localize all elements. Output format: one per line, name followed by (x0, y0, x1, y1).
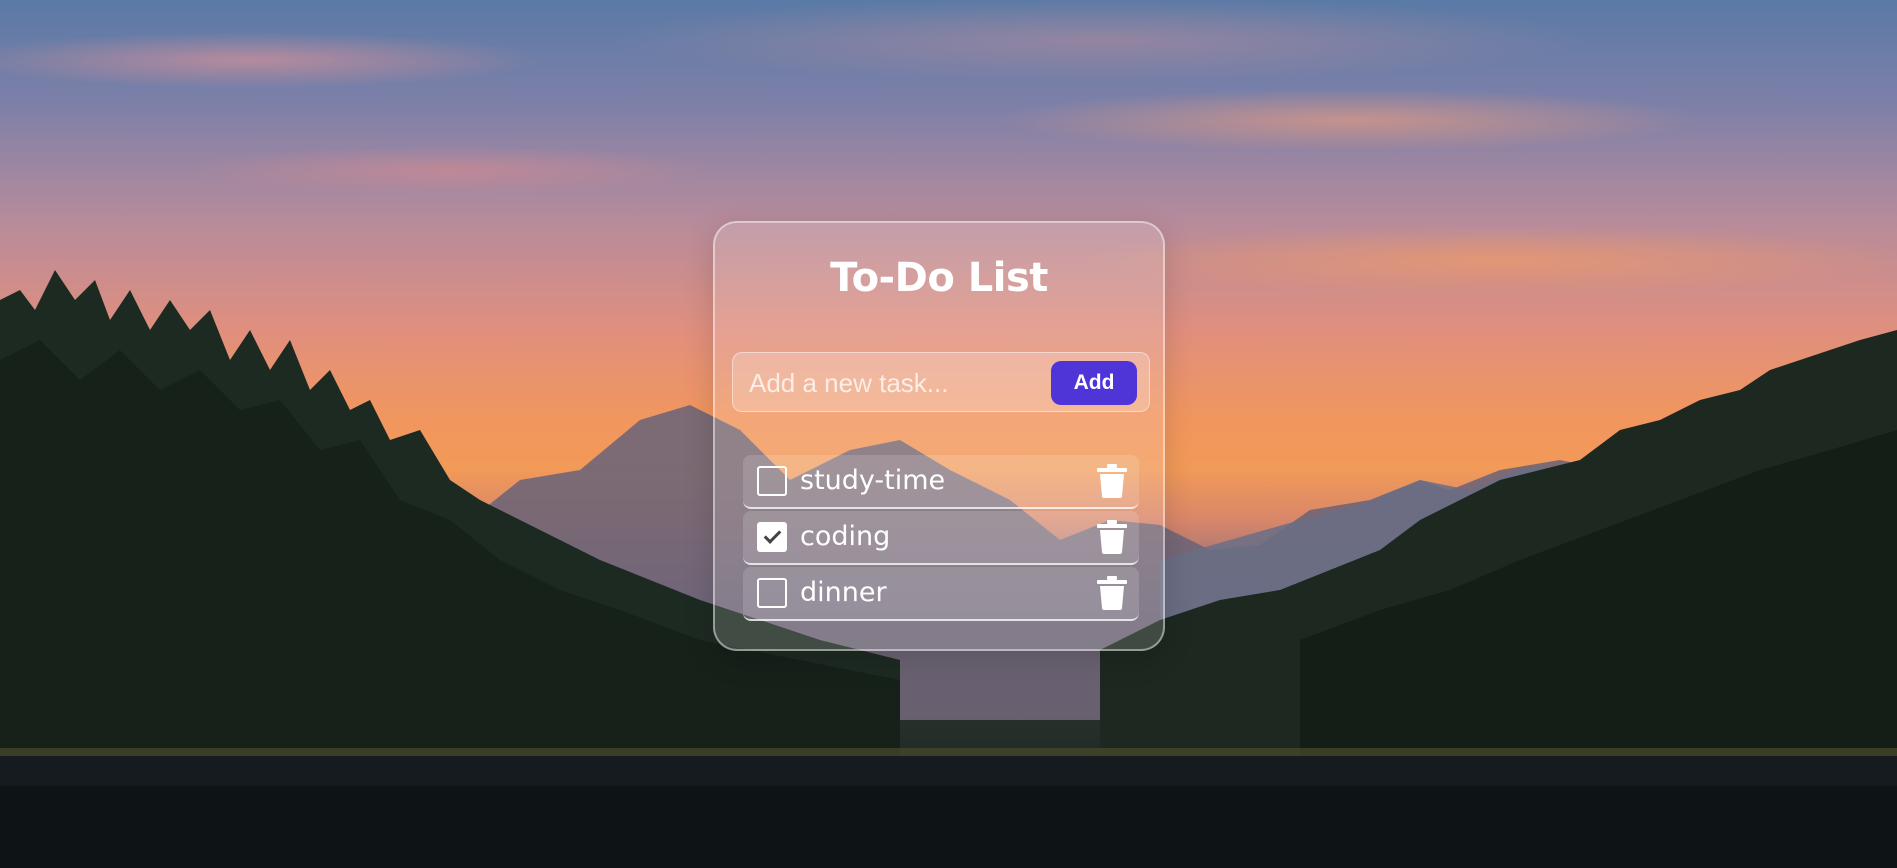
app-title: To-Do List (830, 255, 1048, 301)
new-task-input[interactable] (747, 361, 1041, 405)
task-list: study-time coding dinner (743, 455, 1139, 623)
new-task-form: Add (732, 352, 1150, 412)
task-item: study-time (743, 455, 1139, 509)
checkbox-icon[interactable] (757, 522, 787, 552)
task-item: dinner (743, 567, 1139, 621)
task-label: coding (800, 521, 891, 552)
desktop-background: To-Do List Add study-time coding (0, 0, 1897, 868)
trash-icon[interactable] (1097, 520, 1127, 554)
trash-icon[interactable] (1097, 464, 1127, 498)
checkbox-icon[interactable] (757, 578, 787, 608)
todo-card: To-Do List Add study-time coding (713, 221, 1165, 651)
trash-icon[interactable] (1097, 576, 1127, 610)
add-task-button[interactable]: Add (1051, 361, 1137, 405)
checkbox-icon[interactable] (757, 466, 787, 496)
task-label: study-time (800, 465, 946, 496)
task-label: dinner (800, 577, 887, 608)
task-item: coding (743, 511, 1139, 565)
